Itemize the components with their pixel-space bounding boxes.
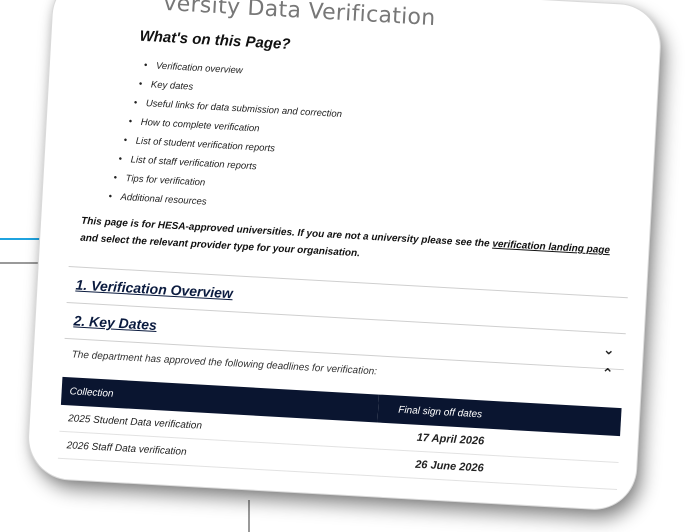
page-card: versity Data Verification What's on this… xyxy=(26,0,663,511)
accordion-title[interactable]: 1. Verification Overview xyxy=(75,276,233,301)
decorative-line xyxy=(248,500,250,532)
toc-heading: What's on this Page? xyxy=(139,27,291,54)
accordion-title[interactable]: 2. Key Dates xyxy=(73,312,157,333)
page-title: versity Data Verification xyxy=(162,0,437,32)
chevron-down-icon[interactable]: ⌄ xyxy=(600,341,617,358)
page-card-wrapper: versity Data Verification What's on this… xyxy=(26,0,684,527)
chevron-up-icon[interactable]: ⌃ xyxy=(599,365,616,382)
key-dates-intro: The department has approved the followin… xyxy=(71,349,378,378)
deadlines-table: Collection Final sign off dates 2025 Stu… xyxy=(57,376,622,490)
verification-landing-page-link[interactable]: verification landing page xyxy=(492,239,610,257)
key-dates-panel: ⌃ The department has approved the follow… xyxy=(55,337,624,511)
toc-list: Verification overview Key dates Useful l… xyxy=(102,54,345,219)
notice-text: This page is for HESA-approved universit… xyxy=(80,213,611,277)
